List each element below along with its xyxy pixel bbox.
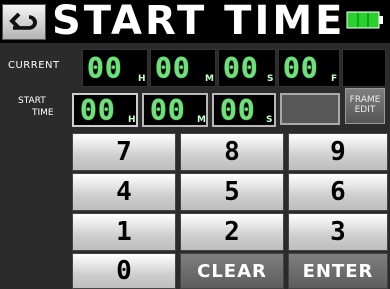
battery-icon	[346, 9, 384, 31]
key-0[interactable]: 0	[72, 253, 176, 289]
key-2[interactable]: 2	[180, 213, 284, 251]
frame-edit-line1: FRAME	[349, 95, 381, 105]
start-time-label-line1: START	[18, 96, 46, 106]
page-title: START TIME	[52, 0, 346, 44]
start-minutes-unit: M	[197, 115, 206, 125]
key-6[interactable]: 6	[288, 173, 388, 211]
start-hours-field[interactable]: 00 H	[72, 93, 138, 127]
current-hours-unit: H	[138, 74, 146, 84]
current-seconds-display: 00 S	[218, 49, 276, 87]
key-9[interactable]: 9	[288, 133, 388, 171]
start-frames-field	[280, 93, 340, 125]
start-seconds-field[interactable]: 00 S	[212, 93, 276, 127]
start-time-label-line2: TIME	[32, 108, 54, 118]
current-hours-display: 00 H	[82, 49, 148, 87]
current-minutes-value: 00	[155, 51, 191, 84]
current-minutes-unit: M	[205, 74, 214, 84]
current-frames-display: 00 F	[278, 49, 340, 87]
key-4[interactable]: 4	[72, 173, 176, 211]
clear-button-label: CLEAR	[197, 260, 267, 282]
start-hours-unit: H	[128, 115, 136, 125]
frame-edit-line2: EDIT	[354, 105, 376, 115]
current-extra-display	[342, 49, 386, 87]
back-button[interactable]	[2, 4, 46, 40]
clear-button[interactable]: CLEAR	[180, 253, 284, 289]
current-hours-value: 00	[87, 51, 123, 84]
start-time-label: START TIME	[18, 95, 70, 119]
key-3[interactable]: 3	[288, 213, 388, 251]
frame-edit-button[interactable]: FRAME EDIT	[345, 88, 385, 124]
current-minutes-display: 00 M	[150, 49, 216, 87]
current-frames-value: 00	[283, 51, 319, 84]
start-minutes-field[interactable]: 00 M	[142, 93, 208, 127]
current-seconds-value: 00	[223, 51, 259, 84]
enter-button-label: ENTER	[302, 260, 374, 282]
start-seconds-value: 00	[220, 93, 256, 126]
current-label: CURRENT	[8, 60, 60, 71]
key-5[interactable]: 5	[180, 173, 284, 211]
start-seconds-unit: S	[266, 115, 273, 125]
key-8[interactable]: 8	[180, 133, 284, 171]
current-seconds-unit: S	[267, 74, 274, 84]
start-minutes-value: 00	[150, 93, 186, 126]
return-arrow-icon	[9, 12, 37, 30]
key-1[interactable]: 1	[72, 213, 176, 251]
enter-button[interactable]: ENTER	[288, 253, 388, 289]
start-hours-value: 00	[80, 93, 116, 126]
current-frames-unit: F	[331, 74, 338, 84]
key-7[interactable]: 7	[72, 133, 176, 171]
